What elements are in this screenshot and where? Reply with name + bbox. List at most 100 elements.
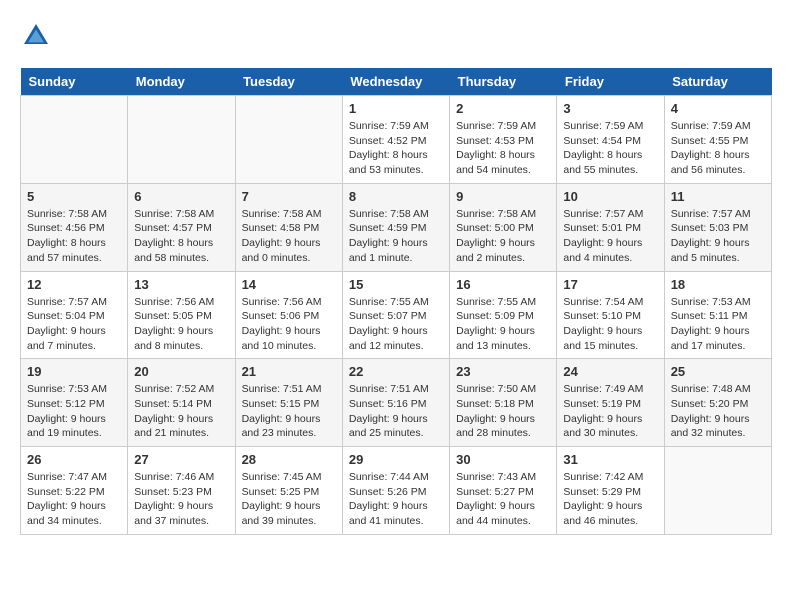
day-number: 23 <box>456 364 550 379</box>
week-row-3: 12 Sunrise: 7:57 AM Sunset: 5:04 PM Dayli… <box>21 271 772 359</box>
day-cell <box>664 447 771 535</box>
day-cell: 11 Sunrise: 7:57 AM Sunset: 5:03 PM Dayli… <box>664 183 771 271</box>
day-number: 29 <box>349 452 443 467</box>
day-cell <box>128 96 235 184</box>
day-info: Sunrise: 7:53 AM Sunset: 5:12 PM Dayligh… <box>27 382 121 441</box>
day-cell: 25 Sunrise: 7:48 AM Sunset: 5:20 PM Dayli… <box>664 359 771 447</box>
day-cell: 31Sunrise: 7:42 AM Sunset: 5:29 PM Dayli… <box>557 447 664 535</box>
day-cell: 8Sunrise: 7:58 AM Sunset: 4:59 PM Daylig… <box>342 183 449 271</box>
day-info: Sunrise: 7:58 AM Sunset: 4:58 PM Dayligh… <box>242 207 336 266</box>
day-number: 5 <box>27 189 121 204</box>
day-cell: 19 Sunrise: 7:53 AM Sunset: 5:12 PM Dayli… <box>21 359 128 447</box>
day-info: Sunrise: 7:59 AM Sunset: 4:54 PM Dayligh… <box>563 119 657 178</box>
day-info: Sunrise: 7:59 AM Sunset: 4:53 PM Dayligh… <box>456 119 550 178</box>
day-cell: 20Sunrise: 7:52 AM Sunset: 5:14 PM Dayli… <box>128 359 235 447</box>
day-info: Sunrise: 7:53 AM Sunset: 5:11 PM Dayligh… <box>671 295 765 354</box>
week-row-5: 26 Sunrise: 7:47 AM Sunset: 5:22 PM Dayli… <box>21 447 772 535</box>
day-number: 24 <box>563 364 657 379</box>
day-cell: 5 Sunrise: 7:58 AM Sunset: 4:56 PM Daylig… <box>21 183 128 271</box>
day-number: 10 <box>563 189 657 204</box>
day-number: 6 <box>134 189 228 204</box>
day-cell: 1 Sunrise: 7:59 AM Sunset: 4:52 PM Daylig… <box>342 96 449 184</box>
weekday-header-sunday: Sunday <box>21 68 128 96</box>
day-cell: 13 Sunrise: 7:56 AM Sunset: 5:05 PM Dayli… <box>128 271 235 359</box>
day-info: Sunrise: 7:52 AM Sunset: 5:14 PM Dayligh… <box>134 382 228 441</box>
weekday-header-saturday: Saturday <box>664 68 771 96</box>
logo <box>20 20 58 52</box>
weekday-header-monday: Monday <box>128 68 235 96</box>
day-info: Sunrise: 7:42 AM Sunset: 5:29 PM Dayligh… <box>563 470 657 529</box>
day-number: 19 <box>27 364 121 379</box>
week-row-1: 1 Sunrise: 7:59 AM Sunset: 4:52 PM Daylig… <box>21 96 772 184</box>
weekday-header-tuesday: Tuesday <box>235 68 342 96</box>
day-number: 28 <box>242 452 336 467</box>
day-number: 7 <box>242 189 336 204</box>
day-cell: 16 Sunrise: 7:55 AM Sunset: 5:09 PM Dayli… <box>450 271 557 359</box>
day-number: 4 <box>671 101 765 116</box>
logo-icon <box>20 20 52 52</box>
day-number: 11 <box>671 189 765 204</box>
day-cell: 14 Sunrise: 7:56 AM Sunset: 5:06 PM Dayli… <box>235 271 342 359</box>
day-info: Sunrise: 7:47 AM Sunset: 5:22 PM Dayligh… <box>27 470 121 529</box>
day-cell: 24 Sunrise: 7:49 AM Sunset: 5:19 PM Dayli… <box>557 359 664 447</box>
day-cell <box>235 96 342 184</box>
day-info: Sunrise: 7:51 AM Sunset: 5:16 PM Dayligh… <box>349 382 443 441</box>
day-cell: 21 Sunrise: 7:51 AM Sunset: 5:15 PM Dayli… <box>235 359 342 447</box>
day-cell: 7 Sunrise: 7:58 AM Sunset: 4:58 PM Daylig… <box>235 183 342 271</box>
day-number: 1 <box>349 101 443 116</box>
day-info: Sunrise: 7:49 AM Sunset: 5:19 PM Dayligh… <box>563 382 657 441</box>
day-cell: 12 Sunrise: 7:57 AM Sunset: 5:04 PM Dayli… <box>21 271 128 359</box>
day-number: 3 <box>563 101 657 116</box>
day-info: Sunrise: 7:50 AM Sunset: 5:18 PM Dayligh… <box>456 382 550 441</box>
day-cell: 4Sunrise: 7:59 AM Sunset: 4:55 PM Daylig… <box>664 96 771 184</box>
day-cell: 6 Sunrise: 7:58 AM Sunset: 4:57 PM Daylig… <box>128 183 235 271</box>
calendar-table: SundayMondayTuesdayWednesdayThursdayFrid… <box>20 68 772 535</box>
day-number: 27 <box>134 452 228 467</box>
day-info: Sunrise: 7:55 AM Sunset: 5:09 PM Dayligh… <box>456 295 550 354</box>
day-info: Sunrise: 7:55 AM Sunset: 5:07 PM Dayligh… <box>349 295 443 354</box>
day-cell: 26 Sunrise: 7:47 AM Sunset: 5:22 PM Dayli… <box>21 447 128 535</box>
day-cell: 3 Sunrise: 7:59 AM Sunset: 4:54 PM Daylig… <box>557 96 664 184</box>
day-number: 12 <box>27 277 121 292</box>
day-info: Sunrise: 7:58 AM Sunset: 5:00 PM Dayligh… <box>456 207 550 266</box>
day-number: 21 <box>242 364 336 379</box>
day-cell: 23 Sunrise: 7:50 AM Sunset: 5:18 PM Dayli… <box>450 359 557 447</box>
weekday-header-thursday: Thursday <box>450 68 557 96</box>
day-info: Sunrise: 7:57 AM Sunset: 5:04 PM Dayligh… <box>27 295 121 354</box>
day-info: Sunrise: 7:57 AM Sunset: 5:01 PM Dayligh… <box>563 207 657 266</box>
day-info: Sunrise: 7:58 AM Sunset: 4:59 PM Dayligh… <box>349 207 443 266</box>
day-number: 26 <box>27 452 121 467</box>
day-number: 2 <box>456 101 550 116</box>
day-cell: 15 Sunrise: 7:55 AM Sunset: 5:07 PM Dayli… <box>342 271 449 359</box>
week-row-2: 5 Sunrise: 7:58 AM Sunset: 4:56 PM Daylig… <box>21 183 772 271</box>
day-cell: 18Sunrise: 7:53 AM Sunset: 5:11 PM Dayli… <box>664 271 771 359</box>
day-number: 16 <box>456 277 550 292</box>
day-info: Sunrise: 7:54 AM Sunset: 5:10 PM Dayligh… <box>563 295 657 354</box>
day-cell <box>21 96 128 184</box>
day-number: 14 <box>242 277 336 292</box>
day-info: Sunrise: 7:51 AM Sunset: 5:15 PM Dayligh… <box>242 382 336 441</box>
day-info: Sunrise: 7:58 AM Sunset: 4:57 PM Dayligh… <box>134 207 228 266</box>
day-cell: 17 Sunrise: 7:54 AM Sunset: 5:10 PM Dayli… <box>557 271 664 359</box>
day-number: 17 <box>563 277 657 292</box>
day-info: Sunrise: 7:48 AM Sunset: 5:20 PM Dayligh… <box>671 382 765 441</box>
week-row-4: 19 Sunrise: 7:53 AM Sunset: 5:12 PM Dayli… <box>21 359 772 447</box>
day-info: Sunrise: 7:58 AM Sunset: 4:56 PM Dayligh… <box>27 207 121 266</box>
weekday-header-wednesday: Wednesday <box>342 68 449 96</box>
day-info: Sunrise: 7:56 AM Sunset: 5:05 PM Dayligh… <box>134 295 228 354</box>
day-number: 22 <box>349 364 443 379</box>
day-cell: 2 Sunrise: 7:59 AM Sunset: 4:53 PM Daylig… <box>450 96 557 184</box>
day-info: Sunrise: 7:44 AM Sunset: 5:26 PM Dayligh… <box>349 470 443 529</box>
day-cell: 22 Sunrise: 7:51 AM Sunset: 5:16 PM Dayli… <box>342 359 449 447</box>
day-cell: 27Sunrise: 7:46 AM Sunset: 5:23 PM Dayli… <box>128 447 235 535</box>
day-cell: 30Sunrise: 7:43 AM Sunset: 5:27 PM Dayli… <box>450 447 557 535</box>
day-number: 25 <box>671 364 765 379</box>
day-cell: 29 Sunrise: 7:44 AM Sunset: 5:26 PM Dayli… <box>342 447 449 535</box>
day-number: 13 <box>134 277 228 292</box>
day-number: 15 <box>349 277 443 292</box>
day-info: Sunrise: 7:59 AM Sunset: 4:52 PM Dayligh… <box>349 119 443 178</box>
day-info: Sunrise: 7:57 AM Sunset: 5:03 PM Dayligh… <box>671 207 765 266</box>
day-cell: 9Sunrise: 7:58 AM Sunset: 5:00 PM Daylig… <box>450 183 557 271</box>
page-header <box>20 20 772 52</box>
day-info: Sunrise: 7:56 AM Sunset: 5:06 PM Dayligh… <box>242 295 336 354</box>
